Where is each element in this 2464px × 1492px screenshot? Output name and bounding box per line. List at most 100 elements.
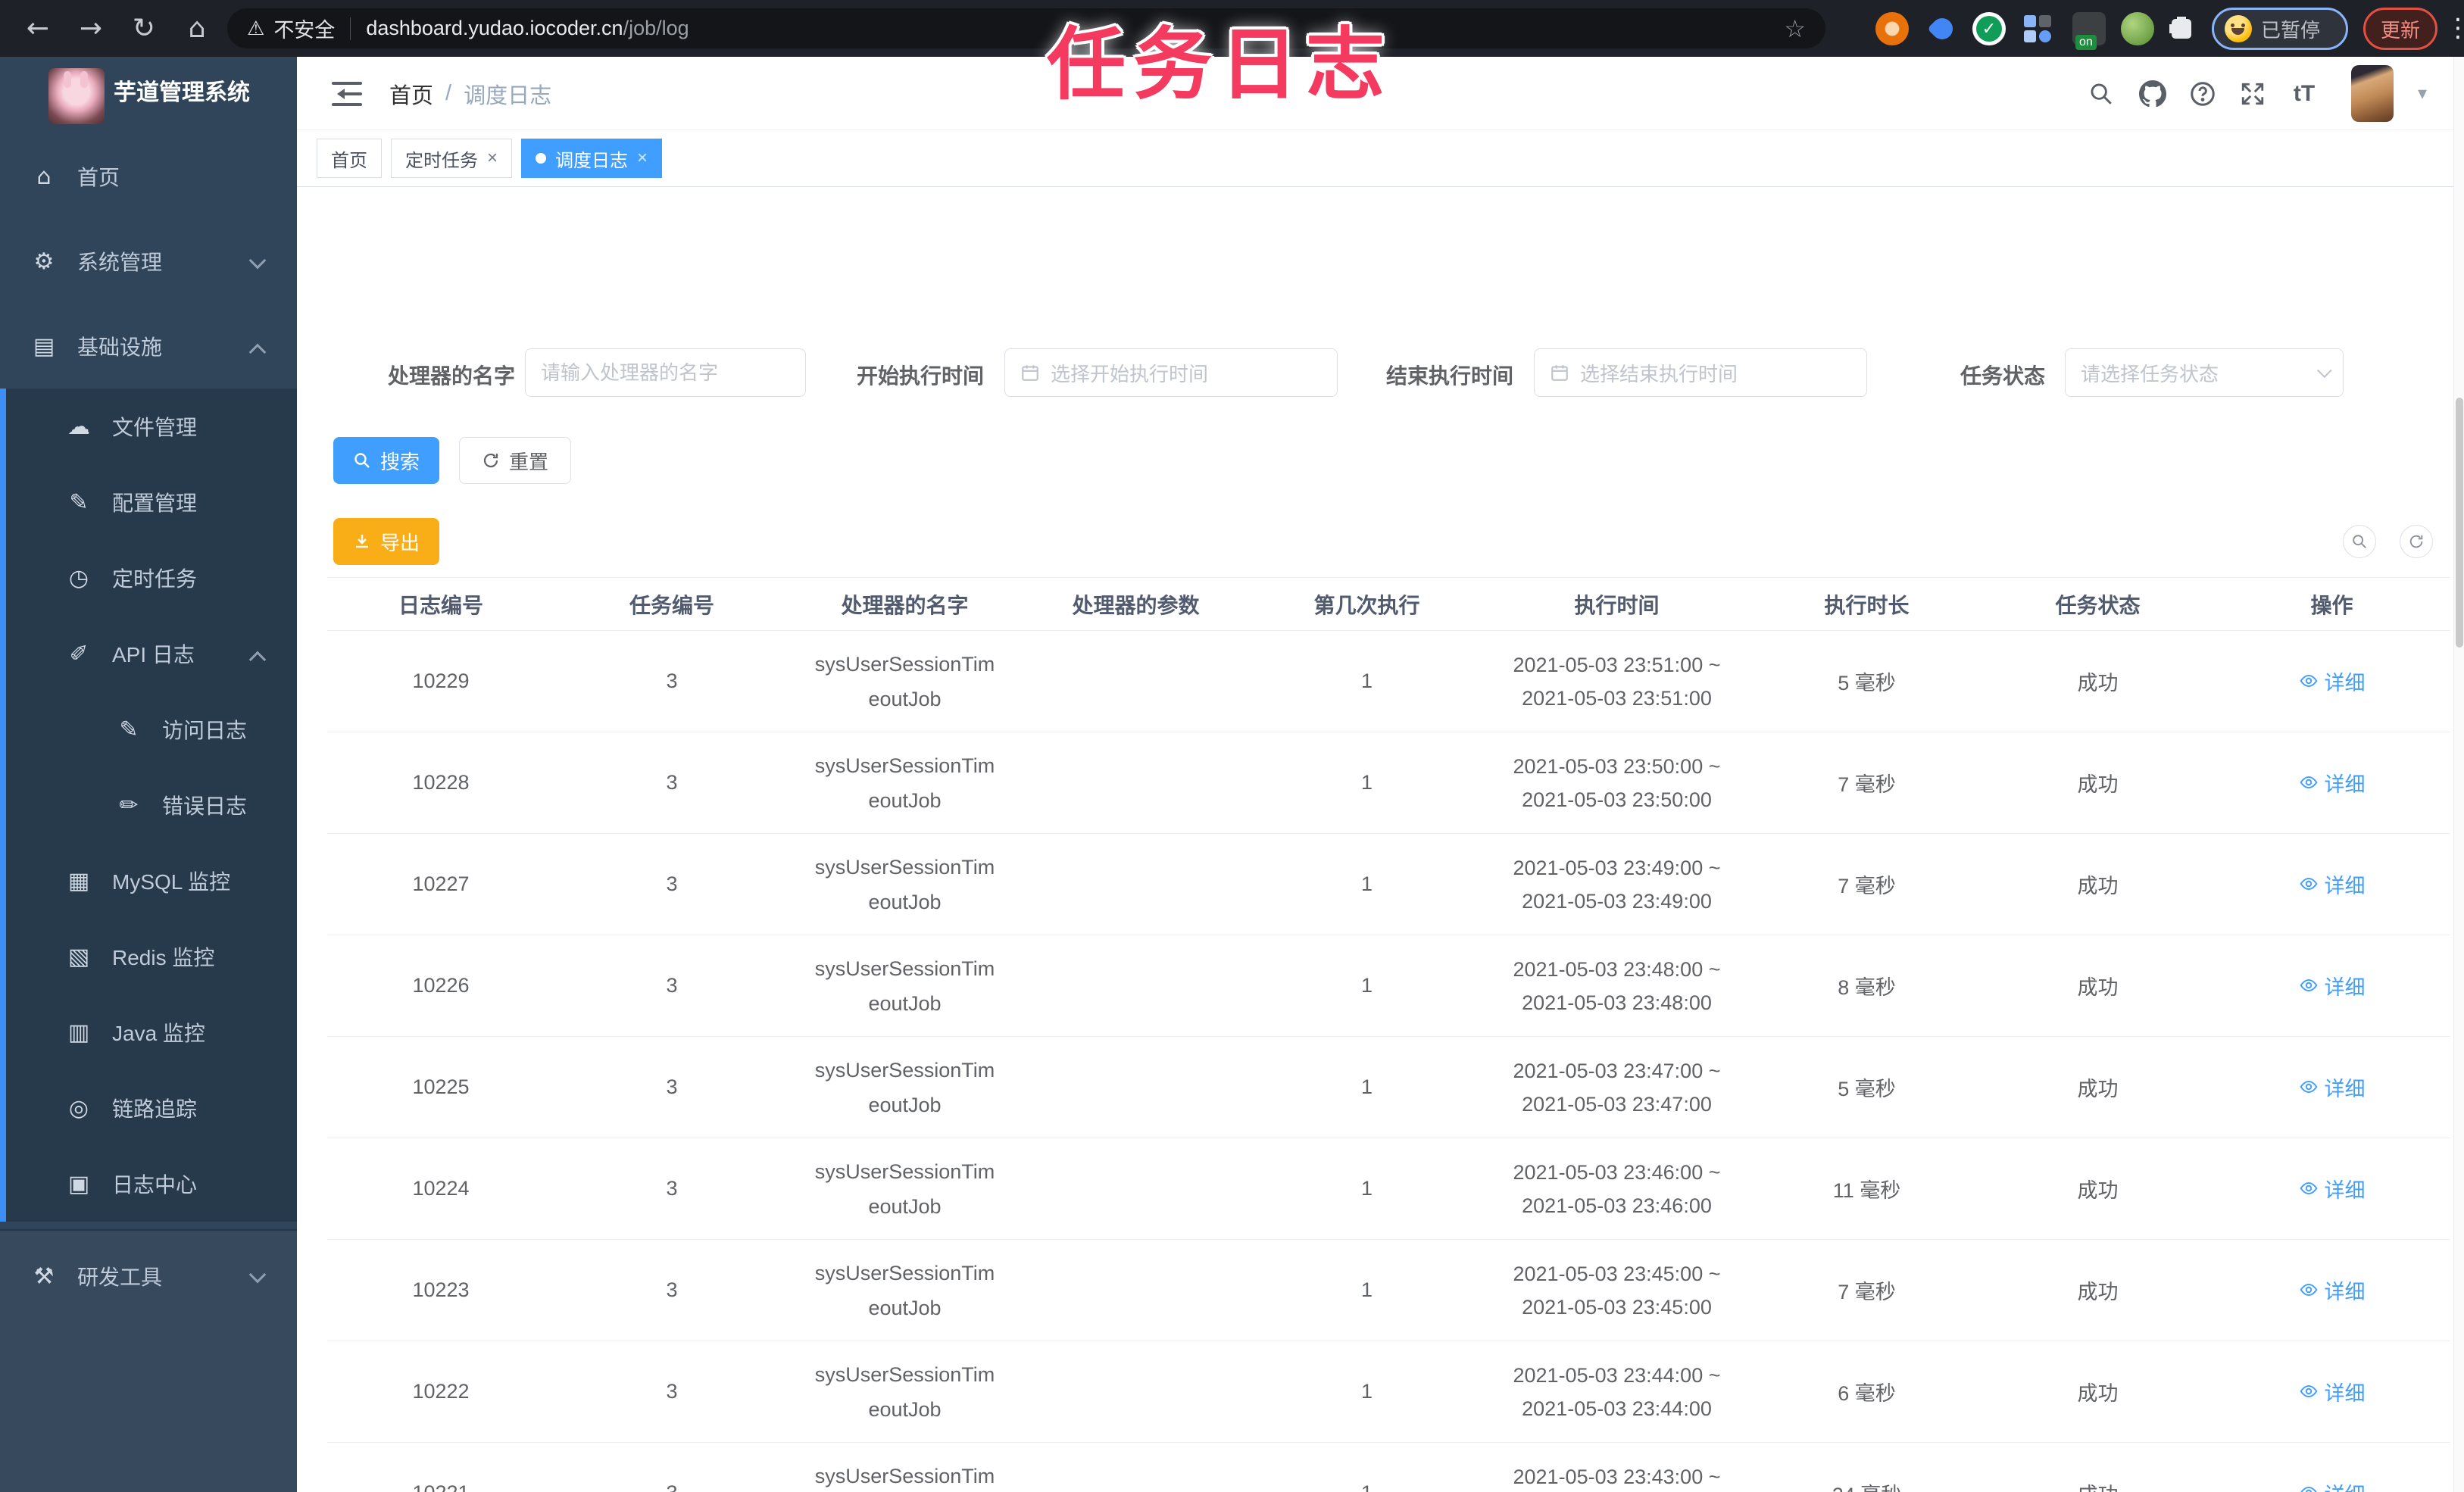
- sidebar-item-infrastructure[interactable]: 基础设施: [0, 304, 297, 389]
- table-row: 10228 3 sysUserSessionTimeoutJob 1 2021-…: [327, 732, 2450, 834]
- browser-home-icon[interactable]: [176, 0, 218, 57]
- col-handler-name: 处理器的名字: [789, 577, 1020, 631]
- search-button[interactable]: 搜索: [333, 437, 439, 484]
- cell-log-id: 10221: [327, 1442, 554, 1492]
- user-avatar[interactable]: [2351, 65, 2394, 122]
- end-time-date-input[interactable]: 选择结束执行时间: [1534, 348, 1867, 397]
- detail-link[interactable]: 详细: [2299, 666, 2366, 696]
- sidebar-item-file-management[interactable]: 文件管理: [6, 389, 297, 464]
- refresh-table-button[interactable]: [2400, 525, 2433, 558]
- cell-job-id: 3: [554, 1036, 789, 1138]
- tab-scheduled-tasks[interactable]: 定时任务: [391, 139, 513, 178]
- table-row: 10224 3 sysUserSessionTimeoutJob 1 2021-…: [327, 1138, 2450, 1240]
- error-log-icon: [115, 792, 142, 819]
- cell-handler-param: [1020, 935, 1251, 1037]
- page-content: 处理器的名字 开始执行时间 选择开始执行时间 结束执行时间 选择结束执行时间 任…: [297, 187, 2464, 1492]
- cell-handler-name: sysUserSessionTimeoutJob: [789, 1341, 1020, 1443]
- cell-duration: 5 毫秒: [1751, 1036, 1982, 1138]
- close-tab-icon[interactable]: [637, 149, 648, 167]
- col-handler-param: 处理器的参数: [1020, 577, 1251, 631]
- sidebar-item-api-logs[interactable]: API 日志: [6, 616, 297, 691]
- tab-home[interactable]: 首页: [317, 139, 382, 178]
- scrollbar-thumb[interactable]: [2456, 398, 2463, 648]
- cell-handler-name: sysUserSessionTimeoutJob: [789, 833, 1020, 935]
- cell-execute-time: 2021-05-03 23:44:00 ~ 2021-05-03 23:44:0…: [1482, 1341, 1751, 1443]
- sidebar-item-config-management[interactable]: 配置管理: [6, 464, 297, 540]
- cell-handler-param: [1020, 833, 1251, 935]
- browser-menu-icon[interactable]: [2445, 0, 2464, 57]
- sidebar-item-access-logs[interactable]: 访问日志: [6, 691, 297, 767]
- header-search-icon[interactable]: [2081, 57, 2121, 130]
- toggle-search-panel-button[interactable]: [2343, 525, 2376, 558]
- tags-view-bar: 首页 定时任务 调度日志: [297, 130, 2464, 187]
- extension-icon-check[interactable]: [1972, 12, 2006, 45]
- export-button[interactable]: 导出: [333, 518, 439, 565]
- detail-link[interactable]: 详细: [2299, 1377, 2366, 1406]
- sidebar-item-mysql-monitor[interactable]: MySQL 监控: [6, 843, 297, 919]
- close-tab-icon[interactable]: [487, 149, 498, 167]
- browser-update-button[interactable]: 更新: [2363, 8, 2437, 50]
- browser-reload-icon[interactable]: [123, 0, 165, 57]
- help-icon[interactable]: [2183, 57, 2222, 130]
- avatar-caret-icon[interactable]: [2418, 57, 2427, 130]
- eye-icon: [2300, 979, 2317, 992]
- sidebar: 芋道管理系统 首页 系统管理 基础设施 文件管理 配置管理 定时任务 API 日…: [0, 57, 297, 1492]
- sidebar-item-java-monitor[interactable]: Java 监控: [6, 994, 297, 1070]
- sidebar-item-redis-monitor[interactable]: Redis 监控: [6, 919, 297, 994]
- eye-icon: [2300, 1081, 2317, 1094]
- sidebar-item-log-center[interactable]: 日志中心: [6, 1146, 297, 1222]
- detail-link[interactable]: 详细: [2299, 1275, 2366, 1305]
- paused-label: 已暂停: [2261, 18, 2321, 42]
- extension-icon-monkey[interactable]: [2121, 12, 2154, 45]
- reset-button[interactable]: 重置: [459, 437, 571, 484]
- sidebar-toggle-icon[interactable]: [332, 81, 362, 107]
- browser-back-icon[interactable]: [17, 0, 59, 57]
- url-divider: [350, 17, 351, 40]
- search-icon: [354, 453, 370, 468]
- table-row: 10225 3 sysUserSessionTimeoutJob 1 2021-…: [327, 1036, 2450, 1138]
- main-area: 首页 / 调度日志 tT 首页 定: [297, 57, 2464, 1492]
- sidebar-item-trace[interactable]: 链路追踪: [6, 1070, 297, 1146]
- extension-icon-orange[interactable]: [1875, 12, 1909, 45]
- cell-job-id: 3: [554, 833, 789, 935]
- sidebar-item-scheduled-tasks[interactable]: 定时任务: [6, 540, 297, 616]
- bookmark-star-icon[interactable]: [1784, 14, 1806, 43]
- log-center-icon: [65, 1171, 92, 1197]
- sidebar-item-home[interactable]: 首页: [0, 134, 297, 219]
- url-bar[interactable]: 不安全 dashboard.yudao.iocoder.cn /job/log: [227, 8, 1825, 48]
- extensions-puzzle-icon[interactable]: [2165, 12, 2198, 45]
- extension-icon-on-badge[interactable]: [2072, 12, 2106, 50]
- cell-actions: 详细: [2213, 1036, 2450, 1138]
- detail-link[interactable]: 详细: [2299, 869, 2366, 899]
- java-icon: [65, 1019, 92, 1046]
- extension-icon-drop[interactable]: [1925, 12, 1959, 45]
- fullscreen-icon[interactable]: [2233, 57, 2272, 130]
- sidebar-item-dev-tools[interactable]: 研发工具: [0, 1231, 297, 1322]
- detail-link[interactable]: 详细: [2299, 1072, 2366, 1102]
- scrollbar-track[interactable]: [2453, 57, 2464, 1492]
- tab-job-log-active[interactable]: 调度日志: [521, 139, 663, 178]
- start-time-date-input[interactable]: 选择开始执行时间: [1004, 348, 1338, 397]
- browser-forward-icon[interactable]: [70, 0, 112, 57]
- detail-link[interactable]: 详细: [2299, 1478, 2366, 1492]
- refresh-icon: [2409, 535, 2423, 548]
- task-status-select[interactable]: 请选择任务状态: [2065, 348, 2344, 397]
- cell-actions: 详细: [2213, 935, 2450, 1037]
- sidebar-logo-row[interactable]: 芋道管理系统: [0, 57, 297, 134]
- font-size-icon[interactable]: tT: [2284, 57, 2324, 130]
- detail-link[interactable]: 详细: [2299, 768, 2366, 798]
- detail-link[interactable]: 详细: [2299, 1174, 2366, 1203]
- handler-name-input[interactable]: [541, 361, 790, 385]
- sidebar-item-system-management[interactable]: 系统管理: [0, 219, 297, 304]
- download-icon: [355, 535, 368, 548]
- breadcrumb-home[interactable]: 首页: [389, 78, 433, 110]
- sidebar-item-error-logs[interactable]: 错误日志: [6, 767, 297, 843]
- cell-task-status: 成功: [1982, 1036, 2213, 1138]
- detail-link[interactable]: 详细: [2299, 971, 2366, 1000]
- github-icon[interactable]: [2133, 57, 2172, 130]
- filter-label-start-time: 开始执行时间: [856, 364, 984, 388]
- extension-icon-grid[interactable]: [2021, 12, 2054, 45]
- profile-paused-badge[interactable]: 已暂停: [2212, 8, 2348, 50]
- cell-task-status: 成功: [1982, 732, 2213, 834]
- cell-actions: 详细: [2213, 833, 2450, 935]
